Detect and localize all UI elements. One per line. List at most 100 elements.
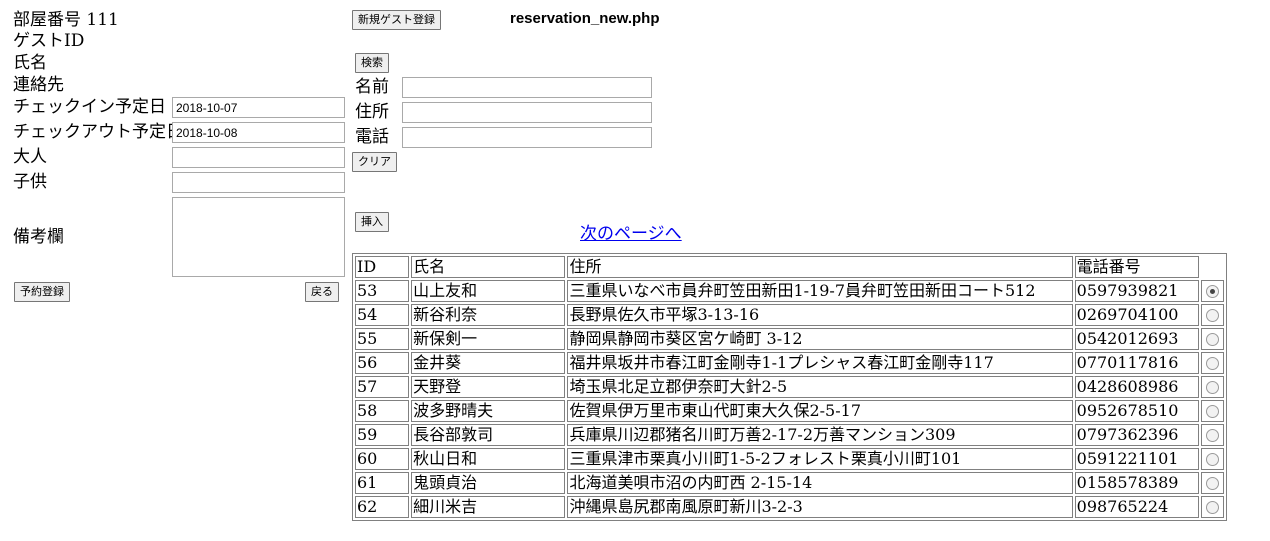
checkin-label: チェックイン予定日: [13, 97, 166, 117]
phone-cell: 0591221101: [1074, 448, 1199, 470]
name-cell: 金井葵: [411, 352, 566, 374]
clear-button[interactable]: クリア: [352, 152, 397, 172]
guest-id-label: ゲストID: [13, 31, 85, 51]
new-guest-button[interactable]: 新規ゲスト登録: [352, 10, 441, 30]
name-cell: 細川米吉: [411, 496, 566, 518]
phone-cell: 0952678510: [1074, 400, 1199, 422]
header-id: ID: [355, 256, 410, 278]
id-cell: 54: [355, 304, 410, 326]
child-count-field[interactable]: [172, 172, 345, 193]
phone-cell: 0158578389: [1074, 472, 1199, 494]
select-radio[interactable]: [1205, 309, 1219, 322]
select-cell: [1200, 424, 1224, 446]
name-cell: 秋山日和: [411, 448, 566, 470]
search-name-field[interactable]: [402, 77, 652, 98]
select-radio[interactable]: [1205, 381, 1219, 394]
select-cell: [1200, 328, 1224, 350]
page-title: reservation_new.php: [510, 10, 660, 27]
select-radio[interactable]: [1205, 501, 1219, 514]
phone-cell: 0269704100: [1074, 304, 1199, 326]
phone-cell: 0797362396: [1074, 424, 1199, 446]
select-radio[interactable]: [1205, 357, 1219, 370]
checkout-date-field[interactable]: [172, 122, 345, 143]
search-button[interactable]: 検索: [355, 53, 389, 73]
adult-label: 大人: [13, 147, 47, 167]
select-cell: [1200, 376, 1224, 398]
back-button[interactable]: 戻る: [305, 282, 339, 302]
notes-textarea[interactable]: [172, 197, 345, 277]
search-phone-label: 電話: [355, 127, 389, 147]
address-cell: 福井県坂井市春江町金剛寺1-1プレシャス春江町金剛寺117: [567, 352, 1073, 374]
id-cell: 57: [355, 376, 410, 398]
select-cell: [1200, 352, 1224, 374]
address-cell: 静岡県静岡市葵区宮ケ崎町 3-12: [567, 328, 1073, 350]
table-row: 60 秋山日和 三重県津市栗真小川町1-5-2フォレスト栗真小川町101 059122…: [355, 448, 1224, 470]
select-cell: [1200, 472, 1224, 494]
id-cell: 61: [355, 472, 410, 494]
name-cell: 新谷利奈: [411, 304, 566, 326]
select-cell: [1200, 400, 1224, 422]
next-page-link[interactable]: 次のページへ: [580, 219, 682, 244]
checkin-date-field[interactable]: [172, 97, 345, 118]
table-header-row: ID 氏名 住所 電話番号: [355, 256, 1224, 278]
checkout-label: チェックアウト予定日: [13, 122, 183, 142]
name-cell: 山上友和: [411, 280, 566, 302]
search-phone-field[interactable]: [402, 127, 652, 148]
name-cell: 新保剣一: [411, 328, 566, 350]
address-cell: 北海道美唄市沼の内町西 2-15-14: [567, 472, 1073, 494]
id-cell: 53: [355, 280, 410, 302]
address-cell: 沖縄県島尻郡南風原町新川3-2-3: [567, 496, 1073, 518]
header-phone: 電話番号: [1074, 256, 1199, 278]
table-row: 57 天野登 埼玉県北足立郡伊奈町大針2-5 0428608986: [355, 376, 1224, 398]
address-cell: 三重県いなべ市員弁町笠田新田1-19-7員弁町笠田新田コート512: [567, 280, 1073, 302]
phone-cell: 098765224: [1074, 496, 1199, 518]
id-cell: 60: [355, 448, 410, 470]
phone-cell: 0542012693: [1074, 328, 1199, 350]
id-cell: 55: [355, 328, 410, 350]
table-row: 53 山上友和 三重県いなべ市員弁町笠田新田1-19-7員弁町笠田新田コート512 0…: [355, 280, 1224, 302]
id-cell: 62: [355, 496, 410, 518]
child-label: 子供: [13, 172, 47, 192]
table-row: 61 鬼頭貞治 北海道美唄市沼の内町西 2-15-14 0158578389: [355, 472, 1224, 494]
address-cell: 埼玉県北足立郡伊奈町大針2-5: [567, 376, 1073, 398]
header-name: 氏名: [411, 256, 566, 278]
select-cell: [1200, 304, 1224, 326]
table-row: 62 細川米吉 沖縄県島尻郡南風原町新川3-2-3 098765224: [355, 496, 1224, 518]
select-radio[interactable]: [1205, 477, 1219, 490]
select-radio[interactable]: [1205, 405, 1219, 418]
address-cell: 三重県津市栗真小川町1-5-2フォレスト栗真小川町101: [567, 448, 1073, 470]
notes-label: 備考欄: [13, 227, 64, 247]
reserve-button[interactable]: 予約登録: [14, 282, 70, 302]
table-row: 55 新保剣一 静岡県静岡市葵区宮ケ崎町 3-12 0542012693: [355, 328, 1224, 350]
search-name-label: 名前: [355, 77, 389, 97]
select-radio[interactable]: [1205, 285, 1219, 298]
select-cell: [1200, 448, 1224, 470]
select-cell: [1200, 280, 1224, 302]
table-row: 59 長谷部敦司 兵庫県川辺郡猪名川町万善2-17-2万善マンション309 07973…: [355, 424, 1224, 446]
phone-cell: 0770117816: [1074, 352, 1199, 374]
table-row: 56 金井葵 福井県坂井市春江町金剛寺1-1プレシャス春江町金剛寺117 077011…: [355, 352, 1224, 374]
contact-label: 連絡先: [13, 75, 64, 95]
adult-count-field[interactable]: [172, 147, 345, 168]
search-address-field[interactable]: [402, 102, 652, 123]
address-cell: 長野県佐久市平塚3-13-16: [567, 304, 1073, 326]
id-cell: 59: [355, 424, 410, 446]
phone-cell: 0428608986: [1074, 376, 1199, 398]
search-address-label: 住所: [355, 102, 389, 122]
select-radio[interactable]: [1205, 453, 1219, 466]
select-radio[interactable]: [1205, 429, 1219, 442]
address-cell: 佐賀県伊万里市東山代町東大久保2-5-17: [567, 400, 1073, 422]
id-cell: 56: [355, 352, 410, 374]
room-number-label: 部屋番号 111: [13, 10, 119, 30]
insert-button[interactable]: 挿入: [355, 212, 389, 232]
address-cell: 兵庫県川辺郡猪名川町万善2-17-2万善マンション309: [567, 424, 1073, 446]
name-cell: 鬼頭貞治: [411, 472, 566, 494]
table-row: 58 波多野晴夫 佐賀県伊万里市東山代町東大久保2-5-17 0952678510: [355, 400, 1224, 422]
guest-table: ID 氏名 住所 電話番号 53 山上友和 三重県いなべ市員弁町笠田新田1-19-7…: [352, 253, 1227, 521]
select-radio[interactable]: [1205, 333, 1219, 346]
guest-name-label: 氏名: [13, 53, 47, 73]
phone-cell: 0597939821: [1074, 280, 1199, 302]
name-cell: 長谷部敦司: [411, 424, 566, 446]
id-cell: 58: [355, 400, 410, 422]
name-cell: 天野登: [411, 376, 566, 398]
